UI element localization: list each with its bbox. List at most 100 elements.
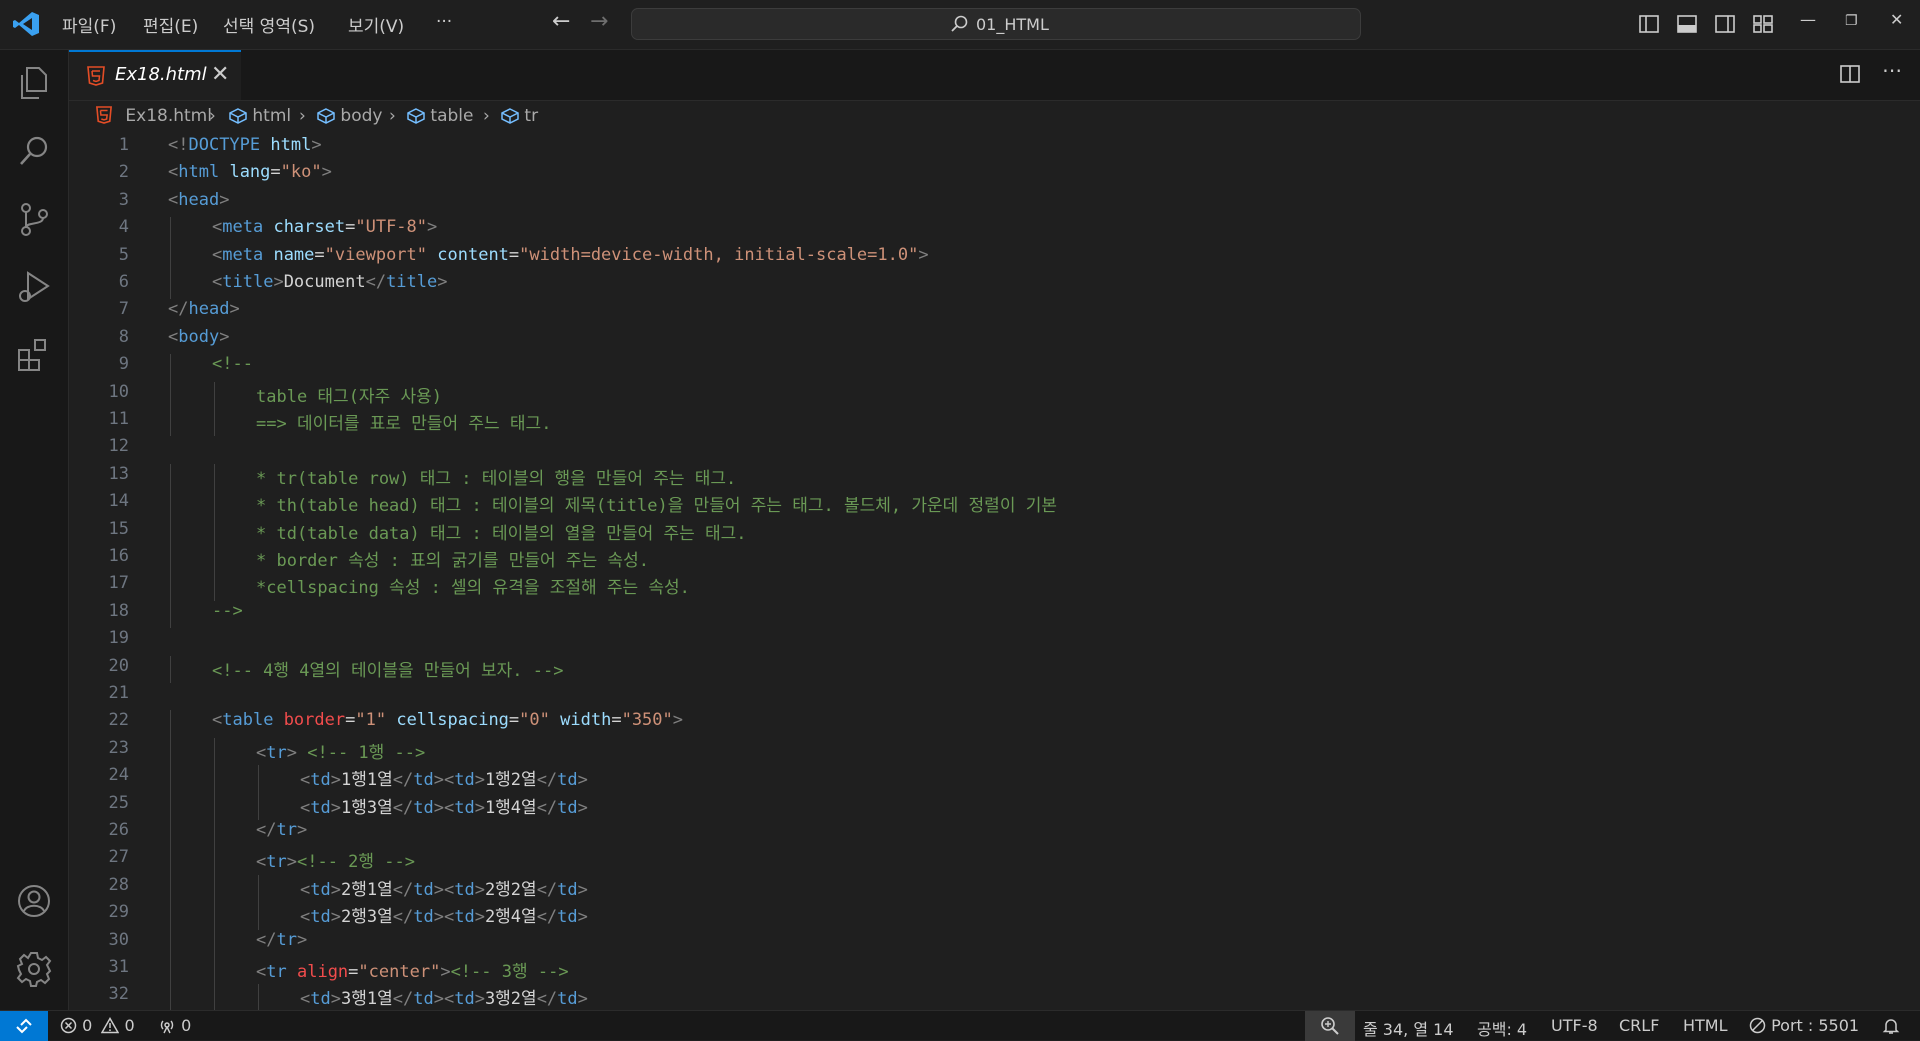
settings-gear-icon[interactable] [15,950,53,988]
code-line[interactable]: 5 <meta name="viewport" content="width=de… [69,244,1849,272]
code-line[interactable]: 3 <head> [69,190,1849,217]
code-line[interactable]: 26 </tr> [69,820,1849,848]
code-line[interactable]: 11 ==> 데이터를 표로 만들어 주느 태그. [69,409,1849,437]
explorer-icon[interactable] [15,64,53,102]
indent-guide [258,902,259,930]
indentation-setting[interactable]: 공백: 4 [1477,1016,1527,1040]
command-center-search[interactable]: 01_HTML [631,8,1361,40]
problems-indicator[interactable]: 0 0 [60,1016,135,1035]
code-line[interactable]: 22 <table border="1" cellspacing="0" widt… [69,710,1849,738]
eol-setting[interactable]: CRLF [1619,1016,1659,1035]
zoom-button[interactable] [1305,1011,1355,1041]
toggle-secondary-sidebar-icon[interactable] [1713,12,1737,36]
ports-forwarded-indicator[interactable]: 0 [158,1016,191,1035]
minimize-icon[interactable]: — [1800,10,1816,29]
code-token: td [310,989,331,1010]
indent-guide [170,792,171,820]
code-text: * border 속성 : 표의 굵기를 만들어 주는 속성. [256,546,649,571]
breadcrumb-file[interactable]: Ex18.html [96,106,212,126]
code-token: <!-- 1행 --> [307,742,426,763]
code-token: </ [536,989,558,1010]
code-line[interactable]: 29 <td>2행3열</td><td>2행4열</td> [69,902,1849,930]
code-token: > [321,162,332,183]
run-debug-icon[interactable] [15,268,53,306]
code-token: </ [392,907,414,928]
code-line[interactable]: 30 </tr> [69,929,1849,957]
code-line[interactable]: 6 <title>Document</title> [69,272,1849,300]
accounts-icon[interactable] [15,882,53,920]
toggle-panel-icon[interactable] [1675,12,1699,36]
menu-more[interactable]: ··· [436,12,452,32]
code-token: </ [168,299,189,320]
source-control-icon[interactable] [15,200,53,238]
code-token: > [296,929,308,950]
cursor-position[interactable]: 줄 34, 열 14 [1363,1016,1454,1040]
code-token: > [330,770,341,791]
language-mode[interactable]: HTML [1683,1016,1728,1035]
tab-ex18-html[interactable]: Ex18.html ✕ [69,50,241,100]
breadcrumb-body[interactable]: body [317,106,382,126]
code-line[interactable]: 12 [69,436,1849,463]
code-editor[interactable]: 1 <!DOCTYPE html> 2 <html lang="ko"> 3 <head>… [69,133,1920,1010]
title-bar: 파일(F) 편집(E) 선택 영역(S) 보기(V) ··· ← → 01_HT… [0,0,1920,50]
tab-filename: Ex18.html [115,64,207,85]
code-line[interactable]: 15 * td(table data) 태그 : 테이블의 열을 만들어 주는 태… [69,518,1849,546]
code-line[interactable]: 18 --> [69,600,1849,629]
indent-guide [258,792,259,820]
code-text: <!DOCTYPE html> [168,135,322,155]
code-line[interactable]: 25 <td>1행3열</td><td>1행4열</td> [69,792,1849,820]
code-line[interactable]: 24 <td>1행1열</td><td>1행2열</td> [69,765,1849,793]
code-line[interactable]: 4 <meta charset="UTF-8"> [69,217,1849,245]
code-line[interactable]: 23 <tr> <!-- 1행 --> [69,737,1849,766]
code-line[interactable]: 19 [69,628,1849,655]
encoding-setting[interactable]: UTF-8 [1551,1016,1598,1035]
breadcrumb-tr[interactable]: tr [501,106,538,126]
more-actions-icon[interactable]: ⋯ [1882,58,1904,82]
breadcrumb-table[interactable]: table [407,106,473,126]
notifications-bell-icon[interactable] [1882,1017,1900,1035]
remote-window-button[interactable] [0,1011,48,1041]
code-line[interactable]: 28 <td>2행1열</td><td>2행2열</td> [69,874,1849,903]
code-line[interactable]: 31 <tr align="center"><!-- 3행 --> [69,957,1849,985]
code-line[interactable]: 1 <!DOCTYPE html> [69,135,1849,162]
code-token: </ [536,770,558,791]
code-line[interactable]: 9 <!-- [69,354,1849,382]
menu-edit[interactable]: 편집(E) [143,12,198,37]
code-line[interactable]: 21 [69,683,1849,710]
breadcrumb-html[interactable]: html [229,106,291,126]
code-line[interactable]: 14 * th(table head) 태그 : 테이블의 제목(title)을 … [69,491,1849,519]
code-line[interactable]: 20 <!-- 4행 4열의 테이블을 만들어 보자. --> [69,655,1849,683]
back-arrow-icon[interactable]: ← [552,9,570,34]
customize-layout-icon[interactable] [1751,12,1775,36]
code-line[interactable]: 2 <html lang="ko"> [69,162,1849,189]
code-token: > [577,989,588,1010]
menu-selection[interactable]: 선택 영역(S) [223,12,315,37]
live-server-port[interactable]: Port : 5501 [1749,1016,1859,1035]
search-sidebar-icon[interactable] [15,132,53,170]
code-token: </ [392,770,414,791]
code-line[interactable]: 32 <td>3행1열</td><td>3행2열</td> [69,984,1849,1010]
menu-view[interactable]: 보기(V) [348,12,404,37]
code-token: meta [222,217,264,238]
split-editor-icon[interactable] [1839,63,1861,85]
code-line[interactable]: 10 table 태그(자주 사용) [69,381,1849,409]
code-line[interactable]: 27 <tr><!-- 2행 --> [69,847,1849,875]
close-window-icon[interactable]: ✕ [1890,10,1903,29]
extensions-icon[interactable] [15,336,53,374]
tab-close-icon[interactable]: ✕ [211,62,229,87]
element-cube-icon [317,108,335,124]
code-token: > [330,907,341,928]
toggle-primary-sidebar-icon[interactable] [1637,12,1661,36]
menu-file[interactable]: 파일(F) [62,12,116,37]
indent-guide [170,354,171,382]
forward-arrow-icon[interactable]: → [590,9,608,34]
code-line[interactable]: 16 * border 속성 : 표의 굵기를 만들어 주는 속성. [69,546,1849,574]
indent-guide [214,491,215,519]
code-line[interactable]: 13 * tr(table row) 태그 : 테이블의 행을 만들어 주는 태그… [69,463,1849,492]
restore-icon[interactable]: ❐ [1845,13,1858,29]
code-line[interactable]: 8 <body> [69,327,1849,354]
code-line[interactable]: 7 </head> [69,299,1849,326]
code-line[interactable]: 17 *cellspacing 속성 : 셀의 유격을 조절해 주는 속성. [69,573,1849,601]
code-token: </ [256,820,277,840]
